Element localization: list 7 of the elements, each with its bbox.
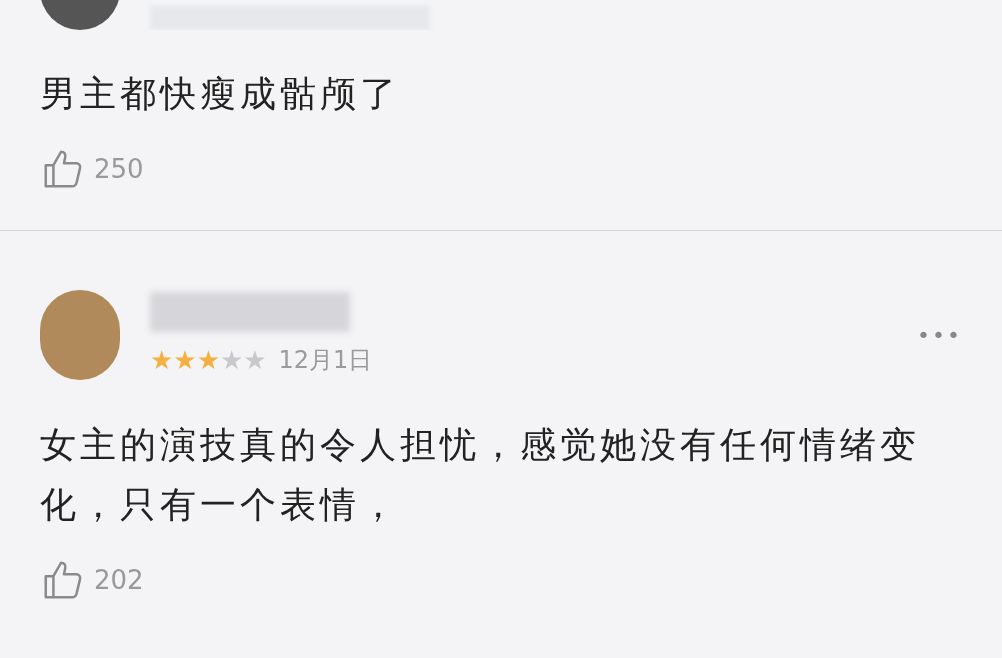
like-count: 202 [94,563,144,597]
more-button[interactable]: ••• [917,318,962,352]
comment-text: 男主都快瘦成骷颅了 [40,72,401,116]
comment-date: 12月1日 [278,345,373,376]
comment-text: 女主的演技真的令人担忧，感觉她没有任何情绪变化，只有一个表情， [40,423,921,527]
star-rating: ★★★★★ [150,347,267,373]
like-count: 250 [94,152,144,186]
